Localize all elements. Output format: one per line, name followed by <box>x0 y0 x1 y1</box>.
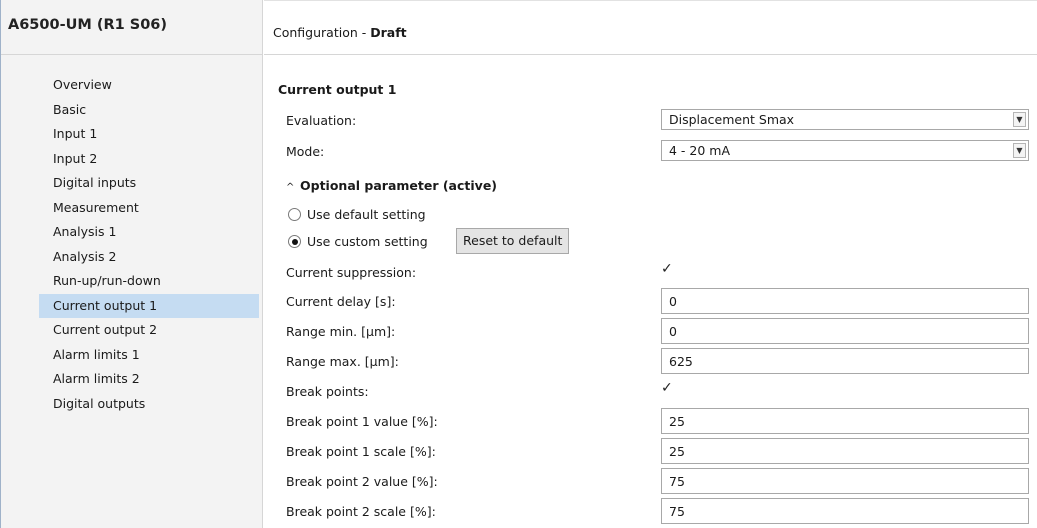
sidebar-item-digital-outputs[interactable]: Digital outputs <box>39 392 259 417</box>
sidebar-item-analysis-1[interactable]: Analysis 1 <box>39 220 259 245</box>
chevron-down-icon: ▼ <box>1013 112 1026 127</box>
device-title: A6500-UM (R1 S06) <box>1 0 262 55</box>
break-point-1-scale-field[interactable]: 25 <box>661 438 1029 464</box>
draft-status: Draft <box>370 25 407 40</box>
break-point-1-value-label: Break point 1 value [%]: <box>286 414 438 429</box>
range-max-label: Range max. [µm]: <box>286 354 399 369</box>
current-delay-label: Current delay [s]: <box>286 294 396 309</box>
reset-to-default-button[interactable]: Reset to default <box>456 228 570 254</box>
evaluation-select[interactable]: Displacement Smax ▼ <box>661 109 1029 130</box>
optional-parameter-toggle[interactable]: ^ Optional parameter (active) <box>286 178 497 193</box>
current-suppression-label: Current suppression: <box>286 265 417 280</box>
radio-button-selected-icon <box>288 235 301 248</box>
sidebar-item-alarm-limits-1[interactable]: Alarm limits 1 <box>39 343 259 368</box>
sidebar-item-input-2[interactable]: Input 2 <box>39 147 259 172</box>
evaluation-label: Evaluation: <box>286 113 357 128</box>
break-points-label: Break points: <box>286 384 369 399</box>
sidebar-item-overview[interactable]: Overview <box>39 73 259 98</box>
break-points-checkbox[interactable]: ✓ <box>661 381 675 396</box>
mode-select[interactable]: 4 - 20 mA ▼ <box>661 140 1029 161</box>
page-title: Configuration <box>273 25 358 40</box>
break-point-1-scale-label: Break point 1 scale [%]: <box>286 444 436 459</box>
radio-custom-label: Use custom setting <box>307 234 428 249</box>
sidebar-item-alarm-limits-2[interactable]: Alarm limits 2 <box>39 367 259 392</box>
current-delay-field[interactable]: 0 <box>661 288 1029 314</box>
title-separator: - <box>357 25 371 40</box>
range-min-label: Range min. [µm]: <box>286 324 396 339</box>
break-point-1-value-field[interactable]: 25 <box>661 408 1029 434</box>
radio-default-setting[interactable]: Use default setting <box>288 207 426 222</box>
break-point-2-scale-field[interactable]: 75 <box>661 498 1029 524</box>
radio-button-icon <box>288 208 301 221</box>
chevron-down-icon: ▼ <box>1013 143 1026 158</box>
break-point-2-value-field[interactable]: 75 <box>661 468 1029 494</box>
mode-label: Mode: <box>286 144 325 159</box>
optional-parameter-label: Optional parameter (active) <box>300 178 498 193</box>
page-header: Configuration - Draft <box>264 0 1037 55</box>
mode-value: 4 - 20 mA <box>669 143 731 158</box>
chevron-up-icon: ^ <box>286 182 295 193</box>
break-point-2-scale-label: Break point 2 scale [%]: <box>286 504 436 519</box>
sidebar-item-current-output-1[interactable]: Current output 1 <box>39 293 259 318</box>
radio-default-label: Use default setting <box>307 207 426 222</box>
evaluation-value: Displacement Smax <box>669 112 795 127</box>
config-form: Current output 1 Evaluation: Displacemen… <box>264 56 1037 528</box>
sidebar-item-analysis-2[interactable]: Analysis 2 <box>39 245 259 270</box>
sidebar: A6500-UM (R1 S06) Overview Basic Input 1… <box>0 0 263 528</box>
radio-custom-setting[interactable]: Use custom setting <box>288 234 428 249</box>
range-min-field[interactable]: 0 <box>661 318 1029 344</box>
section-title: Current output 1 <box>278 82 397 97</box>
range-max-field[interactable]: 625 <box>661 348 1029 374</box>
sidebar-nav: Overview Basic Input 1 Input 2 Digital i… <box>39 73 259 416</box>
sidebar-item-run-up-run-down[interactable]: Run-up/run-down <box>39 269 259 294</box>
break-point-2-value-label: Break point 2 value [%]: <box>286 474 438 489</box>
sidebar-item-basic[interactable]: Basic <box>39 98 259 123</box>
sidebar-item-input-1[interactable]: Input 1 <box>39 122 259 147</box>
sidebar-item-current-output-2[interactable]: Current output 2 <box>39 318 259 343</box>
sidebar-item-digital-inputs[interactable]: Digital inputs <box>39 171 259 196</box>
current-suppression-checkbox[interactable]: ✓ <box>661 262 675 277</box>
sidebar-item-measurement[interactable]: Measurement <box>39 196 259 221</box>
